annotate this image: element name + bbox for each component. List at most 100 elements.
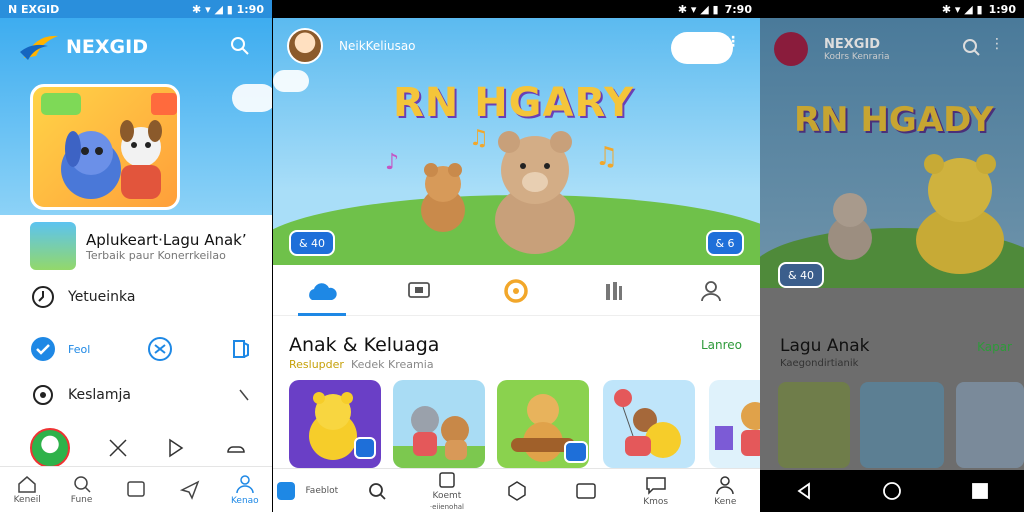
status-bar: ✱ ▾ ◢ ▮ 1:90 bbox=[760, 0, 1024, 18]
hero-badge-left: & 4​0 bbox=[289, 230, 335, 256]
app-panel-center: ✱ ▾ ◢ ▮ 7:90 NeikKeliusao ⋮ RN HGARY ♪ ♫… bbox=[273, 0, 760, 512]
puzzle-icon[interactable] bbox=[107, 437, 129, 459]
status-time: 7:90 bbox=[724, 2, 752, 16]
nav-search[interactable] bbox=[343, 469, 413, 512]
app-panel-left: N EXGID ✱ ▾ ◢ ▮ 1:90 NEXGID Aplukeart·La… bbox=[0, 0, 272, 512]
nav-tv[interactable] bbox=[551, 469, 621, 512]
tab-profile[interactable] bbox=[687, 271, 735, 311]
content-card[interactable] bbox=[778, 382, 850, 468]
check-action[interactable]: Feol bbox=[30, 336, 90, 362]
menu-item-secondary[interactable]: Keslamja bbox=[30, 382, 252, 408]
bottom-navigation: Faeblot Koemt ·eiienohal Kmos Kene bbox=[273, 468, 760, 512]
quick-action-label: Feol bbox=[68, 342, 91, 356]
content-card[interactable] bbox=[289, 380, 381, 468]
tv-icon bbox=[576, 482, 596, 499]
teddy-bears-illustration bbox=[828, 154, 1004, 274]
nav-chat[interactable]: Kmos bbox=[621, 469, 691, 512]
tab-home[interactable] bbox=[297, 271, 346, 316]
nav-label: Kmos bbox=[643, 496, 669, 507]
brand-logo-icon bbox=[774, 32, 808, 66]
music-library-icon bbox=[605, 281, 622, 300]
search-icon bbox=[504, 278, 529, 303]
content-section: Lagu Anak Kapar Kaegondirtianik bbox=[760, 288, 1024, 470]
nav-search[interactable]: Fune bbox=[54, 467, 108, 512]
avatar[interactable] bbox=[30, 428, 70, 468]
nav-profile[interactable]: Kenao bbox=[218, 467, 272, 512]
send-icon bbox=[180, 479, 200, 500]
status-bar: N EXGID ✱ ▾ ◢ ▮ 1:90 bbox=[0, 0, 272, 18]
app-icon bbox=[277, 481, 296, 500]
nav-explore[interactable] bbox=[482, 469, 552, 512]
clock-icon bbox=[32, 286, 54, 308]
content-card[interactable] bbox=[860, 382, 944, 468]
nav-search-label: Fune bbox=[70, 494, 93, 505]
tab-search[interactable] bbox=[492, 271, 540, 311]
nav-home[interactable]: Keneil bbox=[0, 467, 54, 512]
menu-item-primary[interactable]: Yetueinka bbox=[30, 284, 252, 310]
section-subtitle: Kaegondirtianik bbox=[780, 358, 859, 369]
menu-item-label: Keslamja bbox=[68, 387, 131, 403]
recents-icon[interactable] bbox=[971, 482, 989, 500]
content-card[interactable] bbox=[709, 380, 760, 468]
check-circle-icon bbox=[31, 337, 55, 361]
nav-label: Kene bbox=[714, 496, 737, 507]
more-options-icon[interactable]: ⋮ bbox=[726, 34, 740, 50]
search-icon[interactable] bbox=[230, 36, 250, 56]
brand-name: NEXGID bbox=[66, 36, 148, 58]
music-note-icon: ♪ bbox=[385, 150, 400, 175]
bookmark-icon[interactable] bbox=[230, 337, 252, 361]
home-icon[interactable] bbox=[882, 481, 902, 501]
tv-icon bbox=[127, 480, 145, 497]
content-card[interactable] bbox=[956, 382, 1024, 468]
hero-badge: & 40 bbox=[778, 262, 824, 288]
reading-bear-illustration bbox=[715, 402, 760, 456]
brand-logo-icon bbox=[18, 32, 62, 62]
section-more-link[interactable]: Kapar bbox=[977, 340, 1012, 354]
content-card[interactable] bbox=[497, 380, 589, 468]
system-navigation-bar bbox=[760, 470, 1024, 512]
app-list-item[interactable]: Aplukeart·Lagu Anakʼ Terbaik paur Konerr… bbox=[30, 220, 262, 272]
settings-icon bbox=[33, 385, 53, 405]
hero-banner[interactable]: NeikKeliusao ⋮ RN HGARY ♪ ♫ ♫ & 4​0 & 6 bbox=[273, 18, 760, 265]
app-header: NEXGID bbox=[0, 18, 272, 76]
nav-home-label: Keneil bbox=[13, 494, 41, 505]
nav-profile[interactable]: Kene bbox=[690, 469, 760, 512]
cloud-icon[interactable] bbox=[224, 438, 248, 458]
cloud-icon bbox=[308, 282, 337, 300]
music-note-icon: ♫ bbox=[595, 142, 619, 172]
tab-videos[interactable] bbox=[395, 271, 443, 311]
nav-label: Koemt bbox=[432, 490, 462, 501]
nav-send[interactable] bbox=[163, 467, 217, 512]
status-icons: ✱ ▾ ◢ ▮ bbox=[677, 2, 719, 16]
nav-tab-1[interactable]: Faeblot bbox=[273, 469, 343, 512]
content-card[interactable] bbox=[393, 380, 485, 468]
nav-library[interactable] bbox=[109, 467, 163, 512]
status-bar: ✱ ▾ ◢ ▮ 7:90 bbox=[273, 0, 760, 18]
featured-app-banner[interactable] bbox=[30, 84, 180, 210]
avatar[interactable] bbox=[287, 28, 323, 64]
bottom-navigation: Keneil Fune Kenao bbox=[0, 466, 272, 512]
back-icon[interactable] bbox=[795, 482, 813, 500]
nav-comment[interactable]: Koemt ·eiienohal bbox=[412, 469, 482, 512]
tab-music[interactable] bbox=[590, 271, 638, 311]
search-icon bbox=[73, 475, 91, 493]
app-title: Aplukeart·Lagu Anakʼ bbox=[86, 230, 247, 249]
app-name: NeikKeliusao bbox=[339, 39, 416, 53]
app-panel-right: ✱ ▾ ◢ ▮ 1:90 NEXGID Kodrs Kenraria ⋮ RN … bbox=[760, 0, 1024, 512]
quick-actions-row: Feol bbox=[30, 336, 252, 362]
teddy-bears-illustration bbox=[421, 131, 575, 254]
search-icon[interactable] bbox=[962, 38, 980, 56]
search-icon bbox=[369, 482, 386, 500]
more-options-icon[interactable]: ⋮ bbox=[990, 36, 1004, 52]
content-card[interactable] bbox=[603, 380, 695, 468]
sync-icon[interactable] bbox=[147, 336, 173, 362]
yellow-bear-illustration bbox=[309, 392, 376, 460]
section-more-link[interactable]: Lanreo bbox=[701, 338, 742, 352]
search-icon[interactable] bbox=[698, 36, 716, 54]
nav-note: ·eiienohal bbox=[429, 502, 464, 511]
balloon-bears-illustration bbox=[614, 389, 681, 458]
section-subtitle-right: Kedek Kreamia bbox=[351, 358, 434, 371]
section-title: Anak & Keluaga bbox=[289, 334, 440, 356]
app-subtitle: Terbaik paur Konerrkeilao bbox=[86, 248, 226, 262]
play-icon[interactable] bbox=[165, 437, 187, 459]
